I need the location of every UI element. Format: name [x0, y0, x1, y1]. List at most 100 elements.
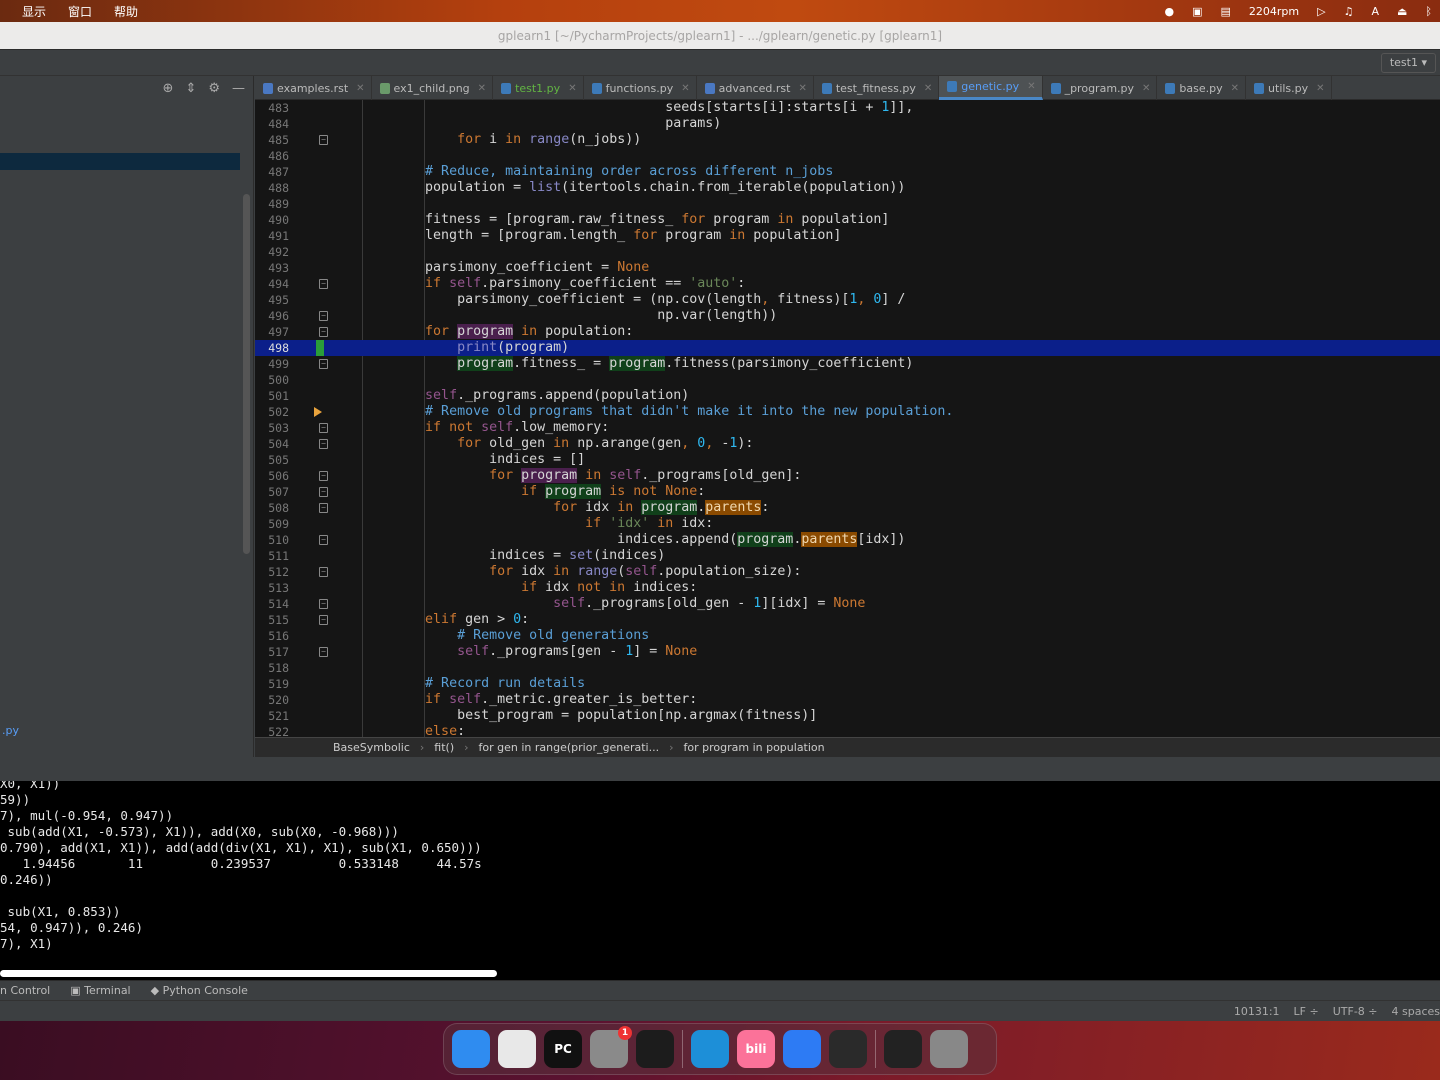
headphones-icon[interactable]: ♫ — [1344, 5, 1354, 18]
code-line[interactable]: 502 # Remove old programs that didn't ma… — [255, 404, 1440, 420]
dock-terminal-icon[interactable] — [636, 1030, 674, 1068]
tab--program-py[interactable]: _program.py ✕ — [1043, 76, 1158, 100]
fold-marker-icon[interactable]: − — [319, 487, 328, 497]
tab-test1-py[interactable]: test1.py ✕ — [493, 76, 584, 100]
code-line[interactable]: 515 − elif gen > 0: — [255, 612, 1440, 628]
locate-icon[interactable]: ⊕ — [163, 81, 174, 96]
dock-pycharm-icon[interactable]: PC — [544, 1030, 582, 1068]
calendar-icon[interactable]: ▤ — [1220, 5, 1230, 18]
fold-marker-icon[interactable]: − — [319, 359, 328, 369]
code-line[interactable]: 495 parsimony_coefficient = (np.cov(leng… — [255, 292, 1440, 308]
code-line[interactable]: 509 if 'idx' in idx: — [255, 516, 1440, 532]
fold-marker-icon[interactable]: − — [319, 439, 328, 449]
dock-finder-icon[interactable] — [452, 1030, 490, 1068]
tab-utils-py[interactable]: utils.py ✕ — [1246, 76, 1332, 100]
fold-marker-icon[interactable]: − — [319, 615, 328, 625]
menu-view[interactable]: 显示 — [22, 3, 46, 20]
code-line[interactable]: 512 − for idx in range(self.population_si… — [255, 564, 1440, 580]
code-line[interactable]: 521 best_program = population[np.argmax(… — [255, 708, 1440, 724]
code-line[interactable]: 519 # Record run details — [255, 676, 1440, 692]
collapse-icon[interactable]: ⇕ — [185, 81, 196, 96]
close-tab-icon[interactable]: ✕ — [681, 83, 689, 94]
input-method-icon[interactable]: A — [1371, 5, 1379, 18]
indent-setting[interactable]: 4 spaces — [1392, 1005, 1440, 1018]
close-tab-icon[interactable]: ✕ — [356, 83, 364, 94]
tree-item-file[interactable]: .py — [2, 724, 19, 737]
app-status-icon[interactable]: ▣ — [1192, 5, 1202, 18]
code-line[interactable]: 522 else: — [255, 724, 1440, 737]
tab-examples-rst[interactable]: examples.rst ✕ — [255, 76, 372, 100]
code-line[interactable]: 493 parsimony_coefficient = None — [255, 260, 1440, 276]
close-tab-icon[interactable]: ✕ — [924, 83, 932, 94]
breadcrumb-item[interactable]: for program in population — [684, 741, 825, 754]
project-scrollbar[interactable] — [243, 194, 250, 554]
code-line[interactable]: 491 length = [program.length_ for progra… — [255, 228, 1440, 244]
code-line[interactable]: 511 indices = set(indices) — [255, 548, 1440, 564]
close-tab-icon[interactable]: ✕ — [1231, 83, 1239, 94]
breakpoint-marker[interactable] — [316, 340, 324, 356]
code-editor[interactable]: 483 seeds[starts[i]:starts[i + 1]], 484 p… — [255, 100, 1440, 737]
run-output[interactable]: X0, X1)) 59)) 7), mul(-0.954, 0.947)) sub(… — [0, 781, 1440, 980]
fold-marker-icon[interactable]: − — [319, 327, 328, 337]
tab-functions-py[interactable]: functions.py ✕ — [584, 76, 697, 100]
code-line[interactable]: 489 — [255, 196, 1440, 212]
tab-genetic-py[interactable]: genetic.py ✕ — [939, 76, 1043, 100]
close-tab-icon[interactable]: ✕ — [1316, 83, 1324, 94]
code-line[interactable]: 517 − self._programs[gen - 1] = None — [255, 644, 1440, 660]
code-line[interactable]: 499− program.fitness_ = program.fitness(… — [255, 356, 1440, 372]
tool-version-control[interactable]: n Control — [0, 984, 50, 997]
close-tab-icon[interactable]: ✕ — [568, 83, 576, 94]
code-line[interactable]: 496 − np.var(length)) — [255, 308, 1440, 324]
code-line[interactable]: 490 fitness = [program.raw_fitness_ for … — [255, 212, 1440, 228]
code-line[interactable]: 494 − if self.parsimony_coefficient == 'a… — [255, 276, 1440, 292]
dock-system-preferences-icon[interactable]: 1 — [590, 1026, 632, 1068]
dock-edge-icon[interactable] — [691, 1030, 729, 1068]
code-line[interactable]: 500 — [255, 372, 1440, 388]
fold-marker-icon[interactable]: − — [319, 135, 328, 145]
horizontal-scrollbar[interactable] — [0, 970, 497, 977]
tool-terminal[interactable]: ▣ Terminal — [70, 984, 130, 997]
code-line[interactable]: 514 − self._programs[old_gen - 1][idx] = … — [255, 596, 1440, 612]
dock-quicktime-icon[interactable] — [829, 1030, 867, 1068]
menu-window[interactable]: 窗口 — [68, 3, 92, 20]
fan-speed[interactable]: 2204rpm — [1249, 5, 1299, 18]
code-line[interactable]: 483 seeds[starts[i]:starts[i + 1]], — [255, 100, 1440, 116]
run-config-select[interactable]: test1 ▾ — [1380, 53, 1436, 73]
close-tab-icon[interactable]: ✕ — [478, 83, 486, 94]
code-line[interactable]: 516 # Remove old generations — [255, 628, 1440, 644]
fold-marker-icon[interactable]: − — [319, 423, 328, 433]
code-line[interactable]: 488 population = list(itertools.chain.fr… — [255, 180, 1440, 196]
code-line[interactable]: 513 if idx not in indices: — [255, 580, 1440, 596]
fold-marker-icon[interactable]: − — [319, 647, 328, 657]
code-line[interactable]: 518 — [255, 660, 1440, 676]
code-line[interactable]: 497 − for program in population: — [255, 324, 1440, 340]
breadcrumb-item[interactable]: BaseSymbolic — [333, 741, 410, 754]
dock-trash-icon[interactable] — [930, 1030, 968, 1068]
code-line[interactable]: 505 indices = [] — [255, 452, 1440, 468]
code-line[interactable]: 486 — [255, 148, 1440, 164]
play-icon[interactable]: ▷ — [1317, 5, 1325, 18]
dock-bilibili-icon[interactable]: bili — [737, 1030, 775, 1068]
tab-base-py[interactable]: base.py ✕ — [1157, 76, 1247, 100]
dock-launchpad-icon[interactable] — [498, 1030, 536, 1068]
code-line[interactable]: 485 − for i in range(n_jobs)) — [255, 132, 1440, 148]
breadcrumb-item[interactable]: fit() — [434, 741, 454, 754]
code-line[interactable]: 484 params) — [255, 116, 1440, 132]
selected-tree-item[interactable] — [0, 153, 240, 170]
caret-position[interactable]: 10131:1 — [1234, 1005, 1280, 1018]
dock-feishu-icon[interactable] — [783, 1030, 821, 1068]
code-line[interactable]: 503 − if not self.low_memory: — [255, 420, 1440, 436]
close-tab-icon[interactable]: ✕ — [798, 83, 806, 94]
fold-marker-icon[interactable]: − — [319, 535, 328, 545]
fold-marker-icon[interactable]: − — [319, 503, 328, 513]
code-line[interactable]: 508 − for idx in program.parents: — [255, 500, 1440, 516]
record-icon[interactable]: ● — [1164, 5, 1174, 18]
fold-marker-icon[interactable]: − — [319, 567, 328, 577]
code-line[interactable]: 501 self._programs.append(population) — [255, 388, 1440, 404]
bluetooth-icon[interactable]: ᛒ — [1425, 5, 1432, 18]
code-line[interactable]: 487 # Reduce, maintaining order across d… — [255, 164, 1440, 180]
close-tab-icon[interactable]: ✕ — [1027, 81, 1035, 92]
dock-window-thumbnail-icon[interactable] — [884, 1030, 922, 1068]
fold-marker-icon[interactable]: − — [319, 599, 328, 609]
tab-advanced-rst[interactable]: advanced.rst ✕ — [697, 76, 814, 100]
